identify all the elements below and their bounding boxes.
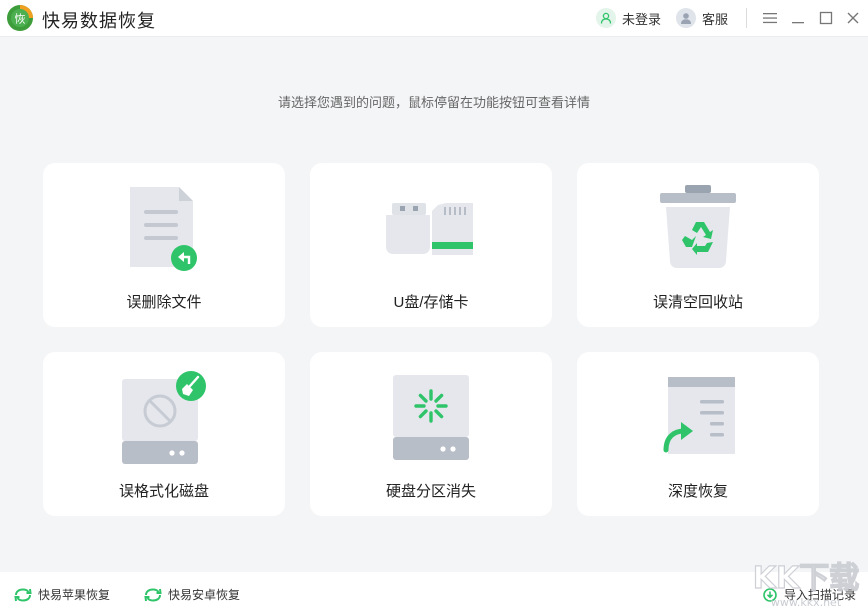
deleted-file-icon (43, 163, 285, 293)
svg-text:恢: 恢 (15, 13, 26, 26)
android-recovery-label: 快易安卓恢复 (168, 586, 240, 603)
footer-bar: 快易苹果恢复 快易安卓恢复 导入扫描记录 (0, 572, 868, 610)
card-formatted-disk[interactable]: 误格式化磁盘 (43, 352, 285, 516)
menu-button[interactable] (760, 8, 780, 28)
title-bar: 恢 快易数据恢复 未登录 客服 (0, 0, 868, 37)
sync-icon (14, 588, 32, 602)
apple-recovery-link[interactable]: 快易苹果恢复 (14, 586, 110, 603)
maximize-icon (819, 11, 833, 25)
header-divider (746, 8, 747, 28)
formatted-disk-icon (43, 352, 285, 482)
card-label: 误清空回收站 (577, 291, 819, 312)
apple-recovery-label: 快易苹果恢复 (38, 586, 110, 603)
watermark-logo: KK下载 www.kkx.net (744, 556, 868, 610)
usb-storage-card-icon (310, 163, 552, 293)
login-label: 未登录 (622, 9, 661, 28)
instruction-text: 请选择您遇到的问题，鼠标停留在功能按钮可查看详情 (0, 92, 868, 111)
card-deleted-file[interactable]: 误删除文件 (43, 163, 285, 327)
card-label: 硬盘分区消失 (310, 480, 552, 501)
recycle-bin-icon (577, 163, 819, 293)
minimize-button[interactable] (788, 8, 808, 28)
card-deep-recovery[interactable]: 深度恢复 (577, 352, 819, 516)
deep-recovery-icon (577, 352, 819, 482)
sync-icon (144, 588, 162, 602)
service-icon (676, 8, 696, 28)
card-label: 误格式化磁盘 (43, 480, 285, 501)
service-label: 客服 (702, 9, 728, 28)
lost-partition-icon (310, 352, 552, 482)
maximize-button[interactable] (816, 8, 836, 28)
app-title: 快易数据恢复 (42, 7, 156, 33)
card-label: 深度恢复 (577, 480, 819, 501)
card-lost-partition[interactable]: 硬盘分区消失 (310, 352, 552, 516)
minimize-icon (791, 12, 805, 24)
login-button[interactable]: 未登录 (596, 7, 661, 29)
card-usb-storage[interactable]: U盘/存储卡 (310, 163, 552, 327)
app-logo-icon: 恢 (6, 4, 34, 32)
svg-text:KK下载: KK下载 (753, 561, 860, 596)
menu-icon (763, 12, 777, 24)
close-button[interactable] (843, 8, 863, 28)
android-recovery-link[interactable]: 快易安卓恢复 (144, 586, 240, 603)
user-icon (596, 8, 616, 28)
customer-service-button[interactable]: 客服 (676, 7, 728, 29)
card-recycle-bin[interactable]: 误清空回收站 (577, 163, 819, 327)
svg-text:www.kkx.net: www.kkx.net (771, 596, 842, 609)
card-label: 误删除文件 (43, 291, 285, 312)
close-icon (846, 11, 860, 25)
card-label: U盘/存储卡 (310, 291, 552, 312)
